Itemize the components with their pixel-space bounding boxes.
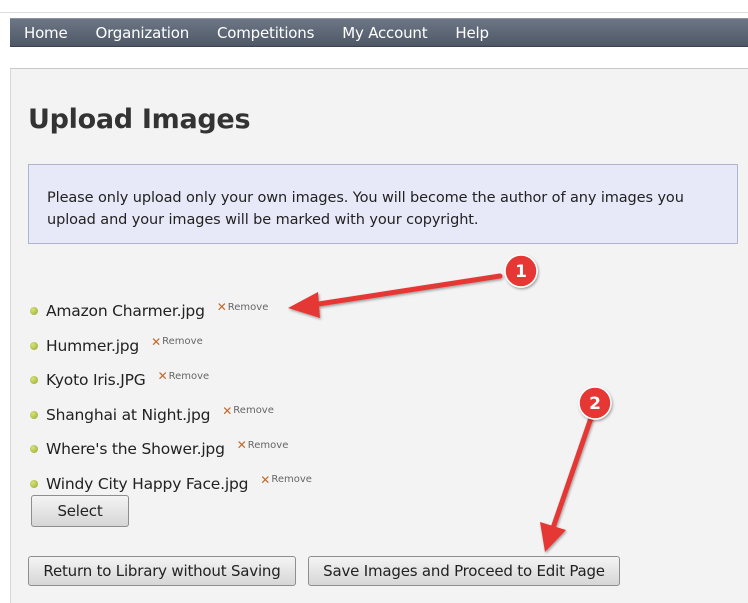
remove-label: Remove (168, 370, 210, 382)
nav-home[interactable]: Home (10, 24, 82, 42)
remove-link[interactable]: ✕ Remove (158, 369, 210, 383)
nav-help[interactable]: Help (441, 24, 502, 42)
main-nav: Home Organization Competitions My Accoun… (10, 18, 748, 47)
bullet-icon (30, 445, 38, 454)
file-name: Where's the Shower.jpg (46, 440, 225, 459)
remove-label: Remove (233, 405, 274, 417)
remove-link[interactable]: ✕ Remove (222, 404, 274, 418)
list-item: Amazon Charmer.jpg ✕ Remove (30, 294, 312, 329)
list-item: Shanghai at Night.jpg ✕ Remove (30, 398, 312, 433)
list-item: Kyoto Iris.JPG ✕ Remove (30, 363, 312, 398)
remove-label: Remove (227, 301, 269, 313)
remove-label: Remove (162, 336, 203, 348)
copyright-notice: Please only upload only your own images.… (28, 164, 738, 244)
remove-link[interactable]: ✕ Remove (217, 300, 269, 314)
close-icon: ✕ (260, 472, 271, 487)
remove-link[interactable]: ✕ Remove (237, 438, 289, 452)
page-title: Upload Images (28, 104, 251, 135)
remove-label: Remove (271, 474, 312, 486)
uploaded-file-list: Amazon Charmer.jpg ✕ Remove Hummer.jpg ✕… (30, 294, 312, 501)
file-name: Amazon Charmer.jpg (46, 302, 205, 321)
bullet-icon (30, 341, 38, 350)
close-icon: ✕ (236, 438, 247, 453)
return-to-library-button[interactable]: Return to Library without Saving (28, 556, 296, 586)
bullet-icon (30, 307, 38, 316)
close-icon: ✕ (151, 334, 162, 349)
close-icon: ✕ (216, 300, 227, 315)
list-item: Hummer.jpg ✕ Remove (30, 329, 312, 364)
file-name: Shanghai at Night.jpg (46, 405, 211, 424)
remove-link[interactable]: ✕ Remove (260, 473, 312, 487)
save-and-proceed-button[interactable]: Save Images and Proceed to Edit Page (308, 556, 620, 586)
list-item: Where's the Shower.jpg ✕ Remove (30, 432, 312, 467)
file-name: Hummer.jpg (46, 336, 140, 355)
remove-link[interactable]: ✕ Remove (151, 335, 203, 349)
nav-my-account[interactable]: My Account (328, 24, 441, 42)
nav-competitions[interactable]: Competitions (203, 24, 328, 42)
bullet-icon (30, 376, 38, 385)
bullet-icon (30, 410, 38, 419)
select-button[interactable]: Select (31, 495, 129, 527)
file-name: Windy City Happy Face.jpg (46, 474, 249, 493)
top-border (0, 0, 748, 13)
remove-label: Remove (247, 439, 289, 451)
nav-organization[interactable]: Organization (82, 24, 204, 42)
file-name: Kyoto Iris.JPG (46, 371, 146, 390)
close-icon: ✕ (222, 403, 233, 418)
close-icon: ✕ (157, 369, 168, 384)
bullet-icon (30, 479, 38, 488)
